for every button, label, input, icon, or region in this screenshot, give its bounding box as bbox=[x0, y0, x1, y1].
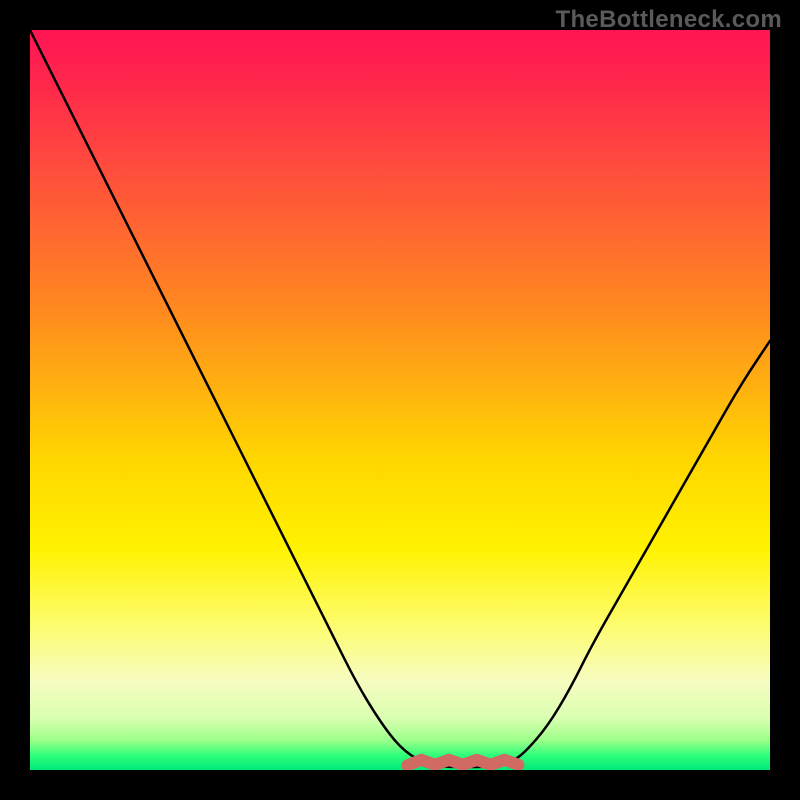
chart-frame: TheBottleneck.com bbox=[0, 0, 800, 800]
curve-svg bbox=[30, 30, 770, 770]
watermark-text: TheBottleneck.com bbox=[556, 6, 782, 34]
bottom-valley-marker bbox=[407, 760, 518, 766]
plot-area bbox=[30, 30, 770, 770]
bottleneck-curve bbox=[30, 30, 770, 767]
